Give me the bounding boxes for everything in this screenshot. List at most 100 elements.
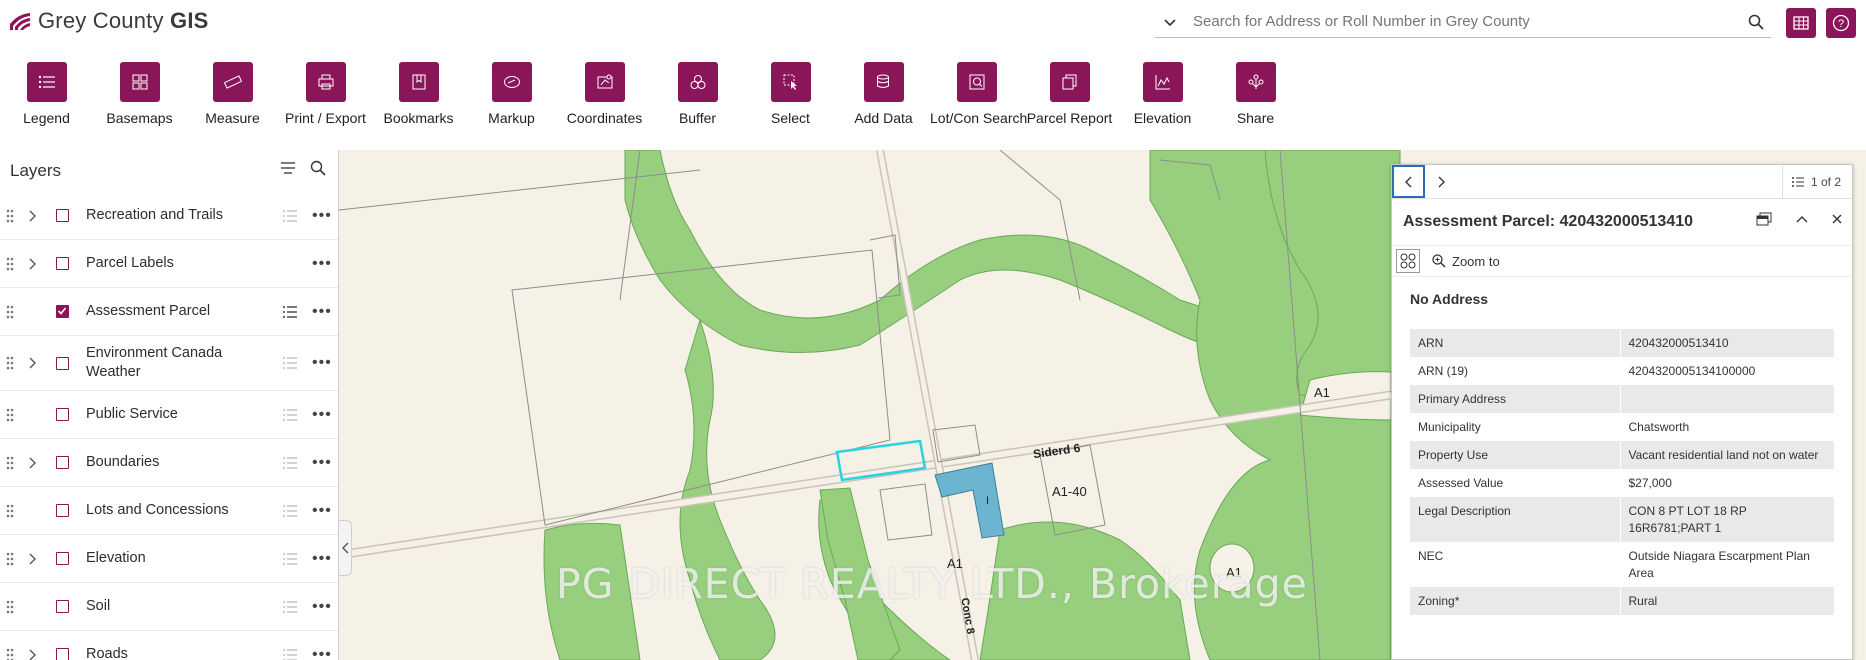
layer-visibility-checkbox[interactable] (56, 648, 69, 660)
layer-item-public-service[interactable]: Public Service ••• (0, 391, 338, 439)
basemaps-button[interactable] (119, 62, 160, 102)
drag-handle-icon[interactable] (4, 647, 16, 660)
drag-handle-icon[interactable] (4, 355, 16, 371)
add-data-button[interactable] (863, 62, 904, 102)
layer-item-environment-canada-weather[interactable]: Environment Canada Weather ••• (0, 336, 338, 391)
tool-markup[interactable]: Markup (465, 52, 558, 136)
layer-item-parcel-labels[interactable]: Parcel Labels ••• (0, 240, 338, 288)
markup-button[interactable] (491, 62, 532, 102)
buffer-button[interactable] (677, 62, 718, 102)
bookmarks-button[interactable] (398, 62, 439, 102)
more-options-icon[interactable]: ••• (312, 406, 332, 424)
layer-visibility-checkbox[interactable] (56, 456, 69, 469)
legend-list-icon[interactable] (282, 552, 298, 566)
layer-visibility-checkbox[interactable] (56, 552, 69, 565)
collapse-panel-button[interactable] (339, 520, 352, 576)
legend-list-icon[interactable] (282, 648, 298, 660)
select-button[interactable] (770, 62, 811, 102)
share-button[interactable] (1235, 62, 1276, 102)
feature-pager[interactable]: 1 of 2 (1782, 165, 1852, 198)
drag-handle-icon[interactable] (4, 208, 16, 224)
actions-menu-button[interactable] (1396, 249, 1420, 273)
drag-handle-icon[interactable] (4, 256, 16, 272)
layer-visibility-checkbox[interactable] (56, 209, 69, 222)
tool-print-export[interactable]: Print / Export (279, 52, 372, 136)
zoom-to-button[interactable]: Zoom to (1432, 254, 1500, 269)
tool-select[interactable]: Select (744, 52, 837, 136)
more-options-icon[interactable]: ••• (312, 303, 332, 321)
chevron-right-icon[interactable] (28, 457, 36, 469)
tool-share[interactable]: Share (1209, 52, 1302, 136)
tool-basemaps[interactable]: Basemaps (93, 52, 186, 136)
tool-parcel-report[interactable]: Parcel Report (1023, 52, 1116, 136)
tool-lotcon-search[interactable]: Lot/Con Search (930, 52, 1027, 136)
layer-item-roads[interactable]: Roads ••• (0, 631, 338, 660)
search-input[interactable] (1185, 13, 1741, 30)
chevron-right-icon[interactable] (28, 357, 36, 369)
chevron-right-icon[interactable] (28, 649, 36, 660)
legend-list-icon[interactable] (282, 408, 298, 422)
more-options-icon[interactable]: ••• (312, 598, 332, 616)
layer-item-soil[interactable]: Soil ••• (0, 583, 338, 631)
legend-list-icon[interactable] (282, 600, 298, 614)
chevron-right-icon[interactable] (28, 210, 36, 222)
layer-visibility-checkbox[interactable] (56, 305, 69, 318)
tool-elevation[interactable]: Elevation (1116, 52, 1209, 136)
more-options-icon[interactable]: ••• (312, 454, 332, 472)
layer-visibility-checkbox[interactable] (56, 600, 69, 613)
layer-item-recreation-and-trails[interactable]: Recreation and Trails ••• (0, 192, 338, 240)
drag-handle-icon[interactable] (4, 551, 16, 567)
layer-item-assessment-parcel[interactable]: Assessment Parcel ••• (0, 288, 338, 336)
chevron-right-icon[interactable] (28, 553, 36, 565)
next-feature-button[interactable] (1425, 165, 1458, 198)
drag-handle-icon[interactable] (4, 599, 16, 615)
tool-buffer[interactable]: Buffer (651, 52, 744, 136)
tool-legend[interactable]: Legend (0, 52, 93, 136)
more-options-icon[interactable]: ••• (312, 550, 332, 568)
more-options-icon[interactable]: ••• (312, 646, 332, 660)
search-button[interactable] (1741, 7, 1771, 37)
legend-list-icon[interactable] (282, 456, 298, 470)
drag-handle-icon[interactable] (4, 503, 16, 519)
tool-add-data[interactable]: Add Data (837, 52, 930, 136)
legend-list-icon[interactable] (282, 504, 298, 518)
legend-list-icon[interactable] (282, 356, 298, 370)
more-options-icon[interactable]: ••• (312, 255, 332, 273)
drag-handle-icon[interactable] (4, 407, 16, 423)
tool-coordinates[interactable]: Coordinates (558, 52, 651, 136)
layer-options-icon[interactable] (280, 160, 296, 176)
measure-button[interactable] (212, 62, 253, 102)
layer-item-lots-and-concessions[interactable]: Lots and Concessions ••• (0, 487, 338, 535)
more-options-icon[interactable]: ••• (312, 354, 332, 372)
dock-icon[interactable] (1756, 212, 1772, 226)
more-options-icon[interactable]: ••• (312, 502, 332, 520)
layer-item-elevation[interactable]: Elevation ••• (0, 535, 338, 583)
legend-list-icon[interactable] (282, 209, 298, 223)
search-icon[interactable] (310, 160, 326, 176)
tool-bookmarks[interactable]: Bookmarks (372, 52, 465, 136)
close-icon[interactable] (1832, 214, 1842, 224)
drag-handle-icon[interactable] (4, 455, 16, 471)
previous-feature-button[interactable] (1392, 165, 1425, 198)
help-button[interactable]: ? (1826, 8, 1856, 38)
layer-visibility-checkbox[interactable] (56, 504, 69, 517)
layer-visibility-checkbox[interactable] (56, 257, 69, 270)
tool-measure[interactable]: Measure (186, 52, 279, 136)
legend-button[interactable] (26, 62, 67, 102)
parcel-report-button[interactable] (1049, 62, 1090, 102)
chevron-right-icon[interactable] (28, 258, 36, 270)
layer-visibility-checkbox[interactable] (56, 356, 69, 370)
layer-visibility-checkbox[interactable] (56, 408, 69, 421)
drag-handle-icon[interactable] (4, 304, 16, 320)
lotcon-search-button[interactable] (956, 62, 997, 102)
attribute-table-button[interactable] (1786, 8, 1816, 38)
search-source-dropdown[interactable] (1155, 14, 1185, 30)
coordinates-button[interactable] (584, 62, 625, 102)
layer-item-boundaries[interactable]: Boundaries ••• (0, 439, 338, 487)
print-button[interactable] (305, 62, 346, 102)
app-logo[interactable]: Grey County GIS (8, 8, 209, 34)
elevation-button[interactable] (1142, 62, 1183, 102)
collapse-icon[interactable] (1796, 215, 1808, 223)
legend-list-icon[interactable] (282, 305, 298, 319)
more-options-icon[interactable]: ••• (312, 207, 332, 225)
